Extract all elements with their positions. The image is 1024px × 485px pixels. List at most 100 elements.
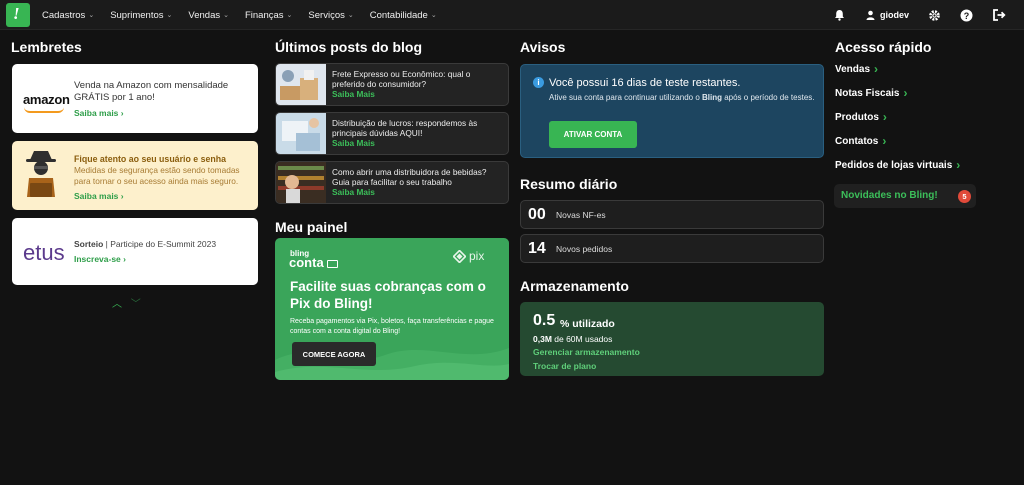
gear-icon[interactable] <box>926 7 942 23</box>
quick-access-title: Acesso rápido <box>835 39 932 55</box>
pix-label: pix <box>469 249 485 263</box>
news-label: Novidades no Bling! <box>841 190 938 201</box>
carousel-controls: ︿ ﹀ <box>112 295 141 310</box>
menu-label: Suprimentos <box>110 9 164 21</box>
post-link[interactable]: Saiba Mais <box>332 187 375 197</box>
notice-desc-post: após o período de testes. <box>721 93 815 102</box>
news-button[interactable]: Novidades no Bling! 5 <box>834 184 976 208</box>
blog-post[interactable]: Frete Expresso ou Econômico: qual o pref… <box>275 63 509 106</box>
notice-desc-brand: Bling <box>701 93 722 102</box>
etus-description: Participe do E-Summit 2023 <box>110 239 217 249</box>
blog-post[interactable]: Como abrir uma distribuidora de bebidas?… <box>275 161 509 204</box>
reminder-etus[interactable]: etus Sorteio | Participe do E-Summit 202… <box>12 218 258 285</box>
menu-label: Serviços <box>308 9 345 21</box>
menu-servicos[interactable]: Serviços ⌄ <box>308 10 353 21</box>
quick-link-label: Notas Fiscais <box>835 87 900 99</box>
stat-label: Novos pedidos <box>556 243 613 254</box>
storage-used-amount: 0,3M <box>533 334 552 344</box>
conta-brand: conta <box>289 255 339 270</box>
menu-contabilidade[interactable]: Contabilidade ⌄ <box>370 10 437 21</box>
etus-inscreva-se-link[interactable]: Inscreva-se › <box>74 254 126 264</box>
link-label: Saiba mais <box>74 191 119 201</box>
chevron-down-icon: ⌄ <box>286 12 293 19</box>
storage-percent: 0.5 <box>533 312 556 329</box>
panel-title: Meu painel <box>275 219 348 235</box>
quick-link-label: Pedidos de lojas virtuais <box>835 159 953 171</box>
chevron-down-icon: ⌄ <box>88 12 95 19</box>
menu-financas[interactable]: Finanças ⌄ <box>245 10 292 21</box>
link-label: Saiba mais <box>74 108 119 118</box>
conta-label: conta <box>289 255 324 270</box>
reminder-amazon[interactable]: amazon Venda na Amazon com mensalidade G… <box>12 64 258 133</box>
blog-post[interactable]: Distribuição de lucros: respondemos às p… <box>275 112 509 155</box>
username: giodev <box>880 10 910 20</box>
amazon-smile-icon <box>24 107 64 113</box>
quick-link-contatos[interactable]: Contatos › <box>835 134 886 148</box>
storage-percent-label: % utilizado <box>560 318 615 330</box>
help-icon[interactable]: ? <box>958 7 974 23</box>
security-heading: Fique atento ao seu usuário e senha <box>74 154 227 164</box>
etus-title: Sorteio <box>74 239 104 249</box>
menu-suprimentos[interactable]: Suprimentos ⌄ <box>110 10 172 21</box>
menu-label: Vendas <box>188 9 221 21</box>
post-title: Frete Expresso ou Econômico: qual o pref… <box>332 69 471 89</box>
chevron-up-icon[interactable]: ︿ <box>112 299 122 310</box>
menu-label: Contabilidade <box>369 9 428 21</box>
quick-link-label: Vendas <box>835 63 871 75</box>
bling-logo[interactable]: ! <box>6 3 30 27</box>
chevron-down-icon: ⌄ <box>347 12 354 19</box>
bell-icon[interactable] <box>831 7 847 23</box>
post-link[interactable]: Saiba Mais <box>332 89 375 99</box>
trial-notice: i Você possui 16 dias de teste restantes… <box>520 64 824 158</box>
blog-title: Últimos posts do blog <box>275 39 422 55</box>
storage-title: Armazenamento <box>520 278 629 294</box>
menu-label: Finanças <box>244 9 284 21</box>
banner-headline: Facilite suas cobranças com o Pix do Bli… <box>290 279 486 311</box>
stat-number: 14 <box>528 239 546 257</box>
chevron-down-icon[interactable]: ﹀ <box>131 299 141 310</box>
reminder-text: Venda na Amazon com mensalidade GRÁTIS p… <box>74 80 229 103</box>
quick-link-notas-fiscais[interactable]: Notas Fiscais › <box>835 86 907 100</box>
pix-logo: pix <box>453 249 484 263</box>
card-icon <box>327 259 339 268</box>
stat-nfes[interactable]: 00 Novas NF-es <box>520 200 824 229</box>
link-label: Inscreva-se <box>74 254 121 264</box>
stat-number: 00 <box>528 205 546 223</box>
quick-link-produtos[interactable]: Produtos › <box>835 110 887 124</box>
notice-desc-pre: Ative sua conta para continuar utilizand… <box>549 93 702 102</box>
storage-used-total: de 60M usados <box>551 334 613 344</box>
menu-vendas[interactable]: Vendas ⌄ <box>188 10 229 21</box>
menu-cadastros[interactable]: Cadastros ⌄ <box>42 10 94 21</box>
post-link[interactable]: Saiba Mais <box>332 138 375 148</box>
quick-link-pedidos-lojas[interactable]: Pedidos de lojas virtuais › <box>835 158 960 172</box>
daily-title: Resumo diário <box>520 176 618 192</box>
manage-storage-link[interactable]: Gerenciar armazenamento <box>533 347 640 357</box>
chevron-down-icon: ⌄ <box>166 12 173 19</box>
change-plan-link[interactable]: Trocar de plano <box>533 361 596 371</box>
user-icon <box>866 10 875 20</box>
amazon-saiba-mais-link[interactable]: Saiba mais › <box>74 108 124 118</box>
security-text: Medidas de segurança estão sendo tomadas… <box>74 165 240 186</box>
main-menu: Cadastros ⌄ Suprimentos ⌄ Vendas ⌄ Finanças… <box>42 0 453 30</box>
stat-pedidos[interactable]: 14 Novos pedidos <box>520 234 824 263</box>
reminders-title: Lembretes <box>11 39 82 55</box>
quick-link-vendas[interactable]: Vendas › <box>835 62 878 76</box>
bling-conta-banner[interactable]: bling conta pix Facilite suas cobranças … <box>275 238 509 380</box>
post-thumbnail <box>276 162 326 203</box>
user-menu[interactable]: giodev <box>866 0 909 30</box>
notice-heading: Você possui 16 dias de teste restantes. <box>549 77 741 89</box>
amazon-logo: amazon <box>23 92 70 107</box>
news-count-badge: 5 <box>958 190 971 203</box>
storage-card: 0.5 % utilizado 0,3M de 60M usados Geren… <box>520 302 824 376</box>
ativar-conta-button[interactable]: ATIVAR CONTA <box>549 121 637 148</box>
logout-icon[interactable] <box>991 7 1007 23</box>
chevron-right-icon: › <box>120 108 124 118</box>
security-saiba-mais-link[interactable]: Saiba mais › <box>74 191 124 201</box>
reminder-security[interactable]: Fique atento ao seu usuário e senha Medi… <box>12 141 258 210</box>
svg-text:?: ? <box>963 11 969 21</box>
quick-link-label: Produtos <box>835 111 879 123</box>
chevron-right-icon: › <box>123 254 127 264</box>
chevron-right-icon: › <box>882 110 887 124</box>
etus-logo: etus <box>23 240 65 265</box>
comece-agora-button[interactable]: COMECE AGORA <box>292 342 376 366</box>
